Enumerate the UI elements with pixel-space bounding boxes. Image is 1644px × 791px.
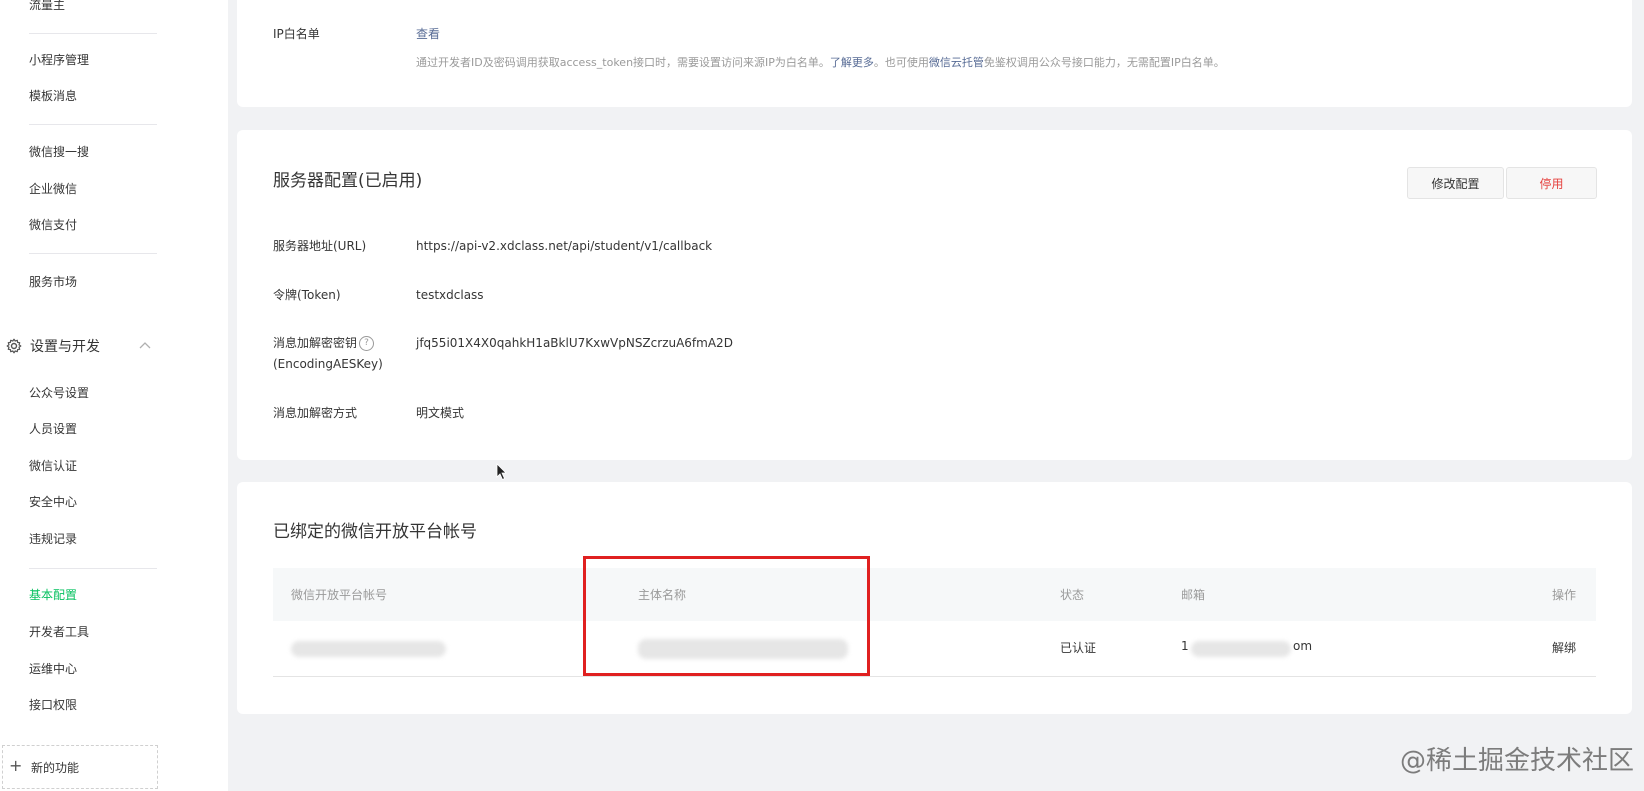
plus-icon: + xyxy=(9,756,23,775)
email-value-end: om xyxy=(1293,639,1313,653)
redacted-account xyxy=(291,641,446,657)
unbind-link[interactable]: 解绑 xyxy=(1552,639,1576,656)
redacted-email xyxy=(1191,641,1291,657)
desc-text: 通过开发者ID及密码调用获取access_token接口时，需要设置访问来源IP… xyxy=(416,56,830,69)
sidebar-item-basic-config[interactable]: 基本配置 xyxy=(29,587,77,603)
sidebar-divider xyxy=(29,568,157,569)
table-row: 已认证 1 om 解绑 xyxy=(273,621,1596,677)
ip-whitelist-description: 通过开发者ID及密码调用获取access_token接口时，需要设置访问来源IP… xyxy=(416,54,1225,70)
sidebar-divider xyxy=(29,33,157,34)
url-label: 服务器地址(URL) xyxy=(273,239,367,253)
column-header-email: 邮箱 xyxy=(1181,588,1206,602)
new-function-button[interactable]: + 新的功能 xyxy=(2,745,158,789)
edit-config-button[interactable]: 修改配置 xyxy=(1407,167,1504,199)
chevron-up-icon[interactable] xyxy=(138,339,152,353)
sidebar-item-account-settings[interactable]: 公众号设置 xyxy=(29,385,89,401)
gear-icon xyxy=(6,338,22,354)
sidebar-section-settings-dev[interactable]: 设置与开发 xyxy=(6,336,156,356)
table-header: 微信开放平台帐号 主体名称 状态 邮箱 操作 xyxy=(273,568,1596,621)
aes-key-label: 消息加解密密钥? xyxy=(273,334,375,352)
column-header-action: 操作 xyxy=(1552,588,1577,602)
learn-more-link[interactable]: 了解更多 xyxy=(830,56,874,69)
sidebar-item-wechat-pay[interactable]: 微信支付 xyxy=(29,217,77,233)
sidebar-item-traffic-owner[interactable]: 流量主 xyxy=(29,0,65,13)
token-value: testxdclass xyxy=(416,288,484,302)
token-label: 令牌(Token) xyxy=(273,288,341,302)
sidebar-item-mini-program[interactable]: 小程序管理 xyxy=(29,52,89,68)
server-config-title: 服务器配置(已启用) xyxy=(273,171,423,191)
sidebar-item-ops-center[interactable]: 运维中心 xyxy=(29,661,77,677)
ip-whitelist-label: IP白名单 xyxy=(273,27,320,41)
desc-text: 免鉴权调用公众号接口能力，无需配置IP白名单。 xyxy=(983,56,1225,69)
email-value-start: 1 xyxy=(1181,639,1189,653)
sidebar-item-violation-records[interactable]: 违规记录 xyxy=(29,531,77,547)
ip-whitelist-view-link[interactable]: 查看 xyxy=(416,25,440,43)
encryption-mode-label: 消息加解密方式 xyxy=(273,406,358,420)
sidebar-divider xyxy=(29,124,157,125)
cloud-hosting-link[interactable]: 微信云托管 xyxy=(929,56,984,69)
url-value: https://api-v2.xdclass.net/api/student/v… xyxy=(416,239,713,253)
watermark: @稀土掘金技术社区 xyxy=(1399,746,1634,776)
sidebar-item-service-market[interactable]: 服务市场 xyxy=(29,274,77,290)
aes-key-label-line1: 消息加解密密钥 xyxy=(273,336,358,350)
column-header-account: 微信开放平台帐号 xyxy=(291,588,388,602)
highlight-box xyxy=(583,556,870,676)
help-icon[interactable]: ? xyxy=(359,336,375,351)
sidebar-item-staff-settings[interactable]: 人员设置 xyxy=(29,421,77,437)
encryption-mode-value: 明文模式 xyxy=(416,406,465,420)
cursor-icon xyxy=(496,463,507,481)
sidebar-section-title: 设置与开发 xyxy=(30,339,100,355)
column-header-status: 状态 xyxy=(1060,588,1085,602)
status-value: 已认证 xyxy=(1060,641,1097,655)
new-function-label: 新的功能 xyxy=(31,761,80,775)
desc-text: 。也可使用 xyxy=(873,56,929,69)
sidebar-divider xyxy=(29,253,157,254)
sidebar-item-wechat-search[interactable]: 微信搜一搜 xyxy=(29,144,89,160)
disable-button[interactable]: 停用 xyxy=(1506,167,1597,199)
sidebar-item-security-center[interactable]: 安全中心 xyxy=(29,494,77,510)
aes-key-value: jfq55i01X4X0qahkH1aBklU7KxwVpNSZcrzuA6fm… xyxy=(416,336,733,350)
sidebar-item-api-permissions[interactable]: 接口权限 xyxy=(29,697,77,713)
open-platform-title: 已绑定的微信开放平台帐号 xyxy=(273,522,477,542)
sidebar-item-developer-tools[interactable]: 开发者工具 xyxy=(29,624,89,640)
aes-key-label-line2: (EncodingAESKey) xyxy=(273,357,383,371)
sidebar-item-wechat-verification[interactable]: 微信认证 xyxy=(29,458,77,474)
sidebar-item-template-message[interactable]: 模板消息 xyxy=(29,88,77,104)
sidebar: 流量主 小程序管理 模板消息 微信搜一搜 企业微信 微信支付 服务市场 设置与开… xyxy=(0,0,228,791)
sidebar-item-wecom[interactable]: 企业微信 xyxy=(29,181,77,197)
